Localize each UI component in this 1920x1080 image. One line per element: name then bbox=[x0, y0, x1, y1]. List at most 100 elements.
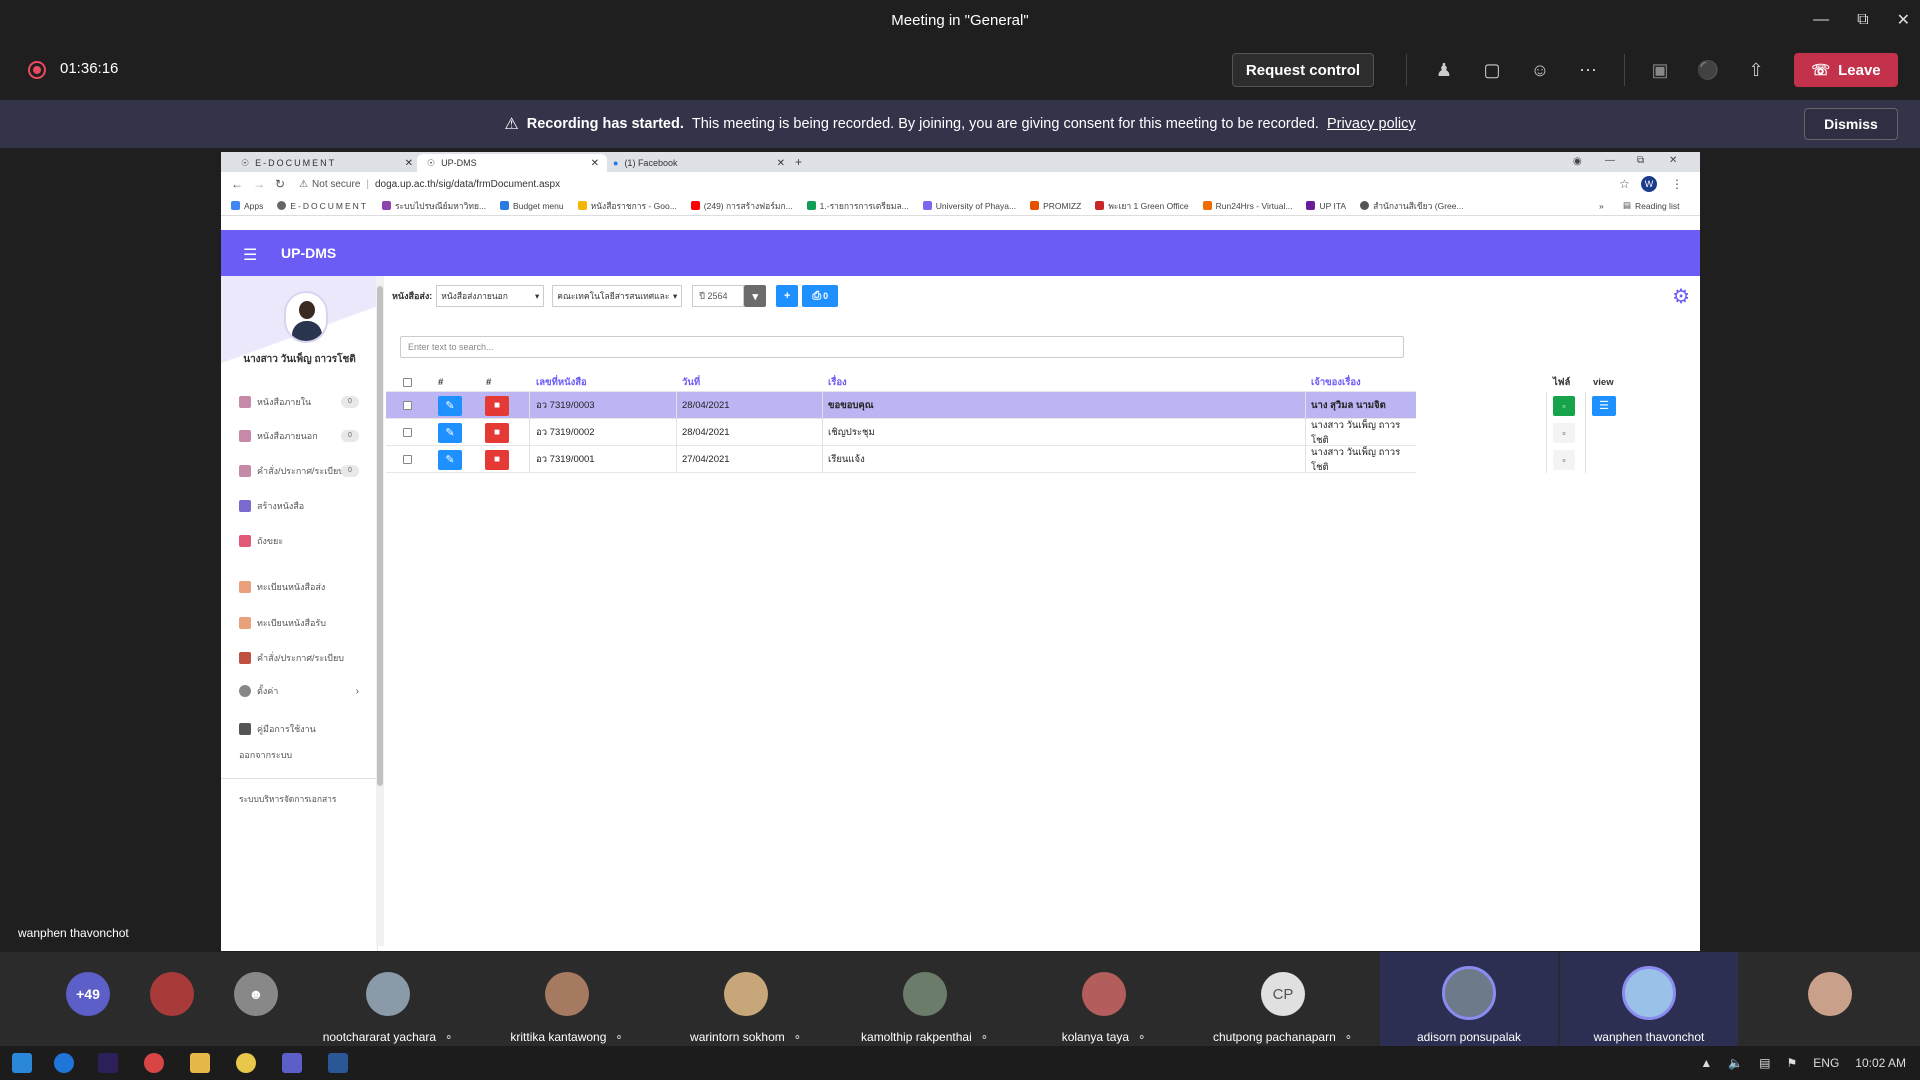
checkbox[interactable] bbox=[403, 455, 412, 464]
camera-off-icon[interactable]: ▣ bbox=[1648, 58, 1672, 82]
bookmark[interactable]: สำนักงานสีเขียว (Gree... bbox=[1360, 199, 1464, 213]
more-bookmarks-icon[interactable]: » bbox=[1599, 201, 1604, 211]
clock[interactable]: 10:02 AM bbox=[1855, 1056, 1906, 1070]
restore-icon[interactable]: ⧉ bbox=[1857, 11, 1868, 29]
teams-icon[interactable] bbox=[282, 1053, 302, 1073]
select-all-checkbox[interactable] bbox=[403, 372, 412, 392]
pdf-icon[interactable]: ▫ bbox=[1553, 449, 1575, 470]
more-options-icon[interactable]: ⋯ bbox=[1576, 58, 1600, 82]
delete-button[interactable]: ■ bbox=[485, 446, 509, 473]
print-button[interactable]: ⎙ 0 bbox=[802, 285, 839, 307]
add-button[interactable]: + bbox=[776, 285, 799, 307]
leave-button[interactable]: ☏ Leave bbox=[1794, 53, 1898, 87]
file-icon[interactable]: ▫ bbox=[1553, 395, 1575, 416]
chrome-icon[interactable] bbox=[236, 1053, 256, 1073]
edit-button[interactable]: ✎ bbox=[438, 446, 462, 473]
participant-tile[interactable]: nootchararat yachara ⚬ bbox=[299, 952, 477, 1046]
url-field[interactable]: doga.up.ac.th/sig/data/frmDocument.aspx bbox=[375, 179, 560, 190]
star-icon[interactable]: ☆ bbox=[1619, 177, 1630, 191]
bookmark[interactable]: E-DOCUMENT bbox=[277, 201, 368, 211]
checkbox[interactable] bbox=[403, 428, 412, 437]
request-control-button[interactable]: Request control bbox=[1232, 53, 1374, 87]
trash-icon[interactable]: ■ bbox=[485, 422, 509, 443]
hamburger-menu-icon[interactable]: ☰ bbox=[243, 245, 257, 265]
list-icon[interactable]: ☰ bbox=[1592, 395, 1616, 416]
minimize-icon[interactable]: — bbox=[1605, 155, 1615, 166]
row-checkbox[interactable] bbox=[403, 446, 412, 473]
bookmark[interactable]: พะเยา 1 Green Office bbox=[1095, 199, 1189, 213]
language-indicator[interactable]: ENG bbox=[1813, 1056, 1839, 1070]
pencil-icon[interactable]: ✎ bbox=[438, 449, 462, 470]
participant-tile[interactable]: warintorn sokhom ⚬ bbox=[657, 952, 835, 1046]
forward-icon[interactable]: → bbox=[253, 177, 265, 191]
col-header-doc-no[interactable]: เลขที่หนังสือ bbox=[536, 372, 587, 392]
self-view-avatar[interactable] bbox=[1808, 972, 1852, 1016]
nav-external-docs[interactable]: หนังสือภายนอก 0 bbox=[239, 427, 359, 445]
dismiss-button[interactable]: Dismiss bbox=[1804, 108, 1898, 140]
volume-icon[interactable]: 🔈 bbox=[1728, 1056, 1743, 1070]
bookmark[interactable]: Budget menu bbox=[500, 201, 564, 211]
file-explorer-icon[interactable] bbox=[190, 1053, 210, 1073]
department-select[interactable]: คณะเทคโนโลยีสารสนเทศและ ▾ bbox=[552, 285, 683, 307]
participant-avatar[interactable] bbox=[150, 972, 194, 1016]
pencil-icon[interactable]: ✎ bbox=[438, 395, 462, 416]
bookmark[interactable]: ระบบไปรษณีย์มหาวิทย... bbox=[381, 199, 486, 213]
nav-logout[interactable]: ออกจากระบบ bbox=[239, 746, 359, 764]
share-screen-icon[interactable]: ⇧ bbox=[1744, 58, 1768, 82]
delete-button[interactable]: ■ bbox=[485, 419, 509, 446]
trash-icon[interactable]: ■ bbox=[485, 449, 509, 470]
sidebar-scrollbar[interactable] bbox=[376, 276, 384, 946]
nav-sent-register[interactable]: ทะเบียนหนังสือส่ง bbox=[239, 578, 359, 596]
pdf-icon[interactable]: ▫ bbox=[1553, 422, 1575, 443]
reactions-icon[interactable]: ☺ bbox=[1528, 58, 1552, 82]
scrollbar-thumb[interactable] bbox=[377, 286, 383, 786]
close-icon[interactable]: ✕ bbox=[1669, 155, 1677, 166]
gear-icon[interactable]: ⚙ bbox=[1672, 284, 1690, 309]
nav-create-doc[interactable]: สร้างหนังสือ bbox=[239, 497, 359, 515]
restore-icon[interactable]: ⧉ bbox=[1637, 155, 1644, 166]
checkbox[interactable] bbox=[403, 377, 412, 387]
col-header-date[interactable]: วันที่ bbox=[682, 372, 700, 392]
nav-internal-docs[interactable]: หนังสือภายใน 0 bbox=[239, 393, 359, 411]
app-icon[interactable] bbox=[144, 1053, 164, 1073]
row-checkbox[interactable] bbox=[403, 419, 412, 446]
nav-orders-register[interactable]: คำสั่ง/ประกาศ/ระเบียบ bbox=[239, 649, 359, 667]
edit-button[interactable]: ✎ bbox=[438, 392, 462, 419]
windows-start-icon[interactable] bbox=[12, 1053, 32, 1073]
participant-avatar[interactable]: ☻ bbox=[234, 972, 278, 1016]
new-tab-icon[interactable]: + bbox=[795, 155, 802, 169]
participants-icon[interactable]: ♟ bbox=[1432, 58, 1456, 82]
privacy-policy-link[interactable]: Privacy policy bbox=[1327, 116, 1416, 132]
close-icon[interactable]: ✕ bbox=[1897, 10, 1910, 30]
participant-tile[interactable]: kolanya taya ⚬ bbox=[1015, 952, 1193, 1046]
table-row[interactable]: ✎ ■ อว 7319/0002 28/04/2021 เชิญประชุม น… bbox=[386, 419, 1586, 446]
back-icon[interactable]: ← bbox=[231, 177, 243, 191]
participant-tile[interactable]: kamolthip rakpenthai ⚬ bbox=[836, 952, 1014, 1046]
participant-tile[interactable]: CP chutpong pachanaparn ⚬ bbox=[1194, 952, 1372, 1046]
bookmark[interactable]: PROMIZZ bbox=[1030, 201, 1081, 211]
browser-tab[interactable]: ● (1) Facebook ✕ bbox=[603, 154, 793, 172]
edit-button[interactable]: ✎ bbox=[438, 419, 462, 446]
bookmark[interactable]: (249) การสร้างฟอร์มก... bbox=[690, 199, 793, 213]
col-header-subject[interactable]: เรื่อง bbox=[828, 372, 847, 392]
bookmark[interactable]: หนังสือราชการ - Goo... bbox=[577, 199, 677, 213]
reading-list[interactable]: ▤ Reading list bbox=[1623, 200, 1679, 211]
reload-icon[interactable]: ↻ bbox=[275, 177, 285, 191]
flag-icon[interactable]: ⚑ bbox=[1787, 1056, 1798, 1070]
tab-close-icon[interactable]: ✕ bbox=[405, 158, 413, 169]
nav-trash[interactable]: ถังขยะ bbox=[239, 532, 359, 550]
col-header-owner[interactable]: เจ้าของเรื่อง bbox=[1311, 372, 1361, 392]
nav-settings[interactable]: ตั้งค่า › bbox=[239, 682, 359, 700]
menu-icon[interactable]: ⋮ bbox=[1671, 177, 1683, 191]
nav-orders[interactable]: คำสั่ง/ประกาศ/ระเบียบ 0 bbox=[239, 462, 359, 480]
checkbox[interactable] bbox=[403, 401, 412, 410]
view-button[interactable]: ☰ bbox=[1592, 392, 1616, 419]
file-button[interactable]: ▫ bbox=[1553, 419, 1575, 446]
chat-icon[interactable]: ▢ bbox=[1480, 58, 1504, 82]
table-row[interactable]: ✎ ■ อว 7319/0003 28/04/2021 ขอขอบคุณ นาง… bbox=[386, 392, 1616, 419]
nav-manual[interactable]: คู่มือการใช้งาน bbox=[239, 720, 359, 738]
browser-tab[interactable]: ☉ E-DOCUMENT ✕ bbox=[231, 154, 421, 172]
doc-type-select[interactable]: หนังสือส่งภายนอก ▾ bbox=[436, 285, 545, 307]
nav-received-register[interactable]: ทะเบียนหนังสือรับ bbox=[239, 614, 359, 632]
account-icon[interactable]: ◉ bbox=[1573, 156, 1582, 167]
